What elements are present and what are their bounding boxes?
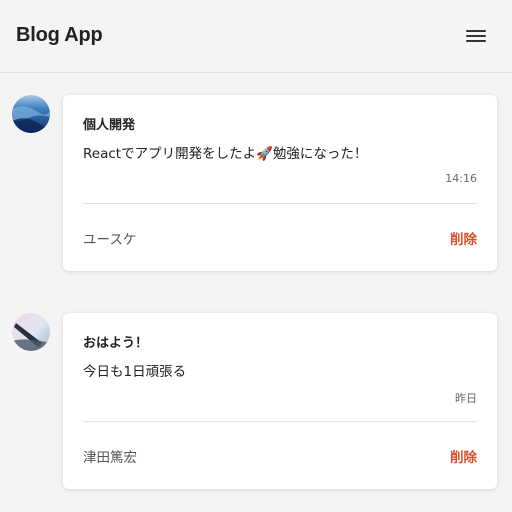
post-body: Reactでアプリ開発をしたよ🚀勉強になった！ xyxy=(83,146,368,162)
delete-button[interactable]: 削除 xyxy=(450,446,477,466)
post-author: 津田篤宏 xyxy=(83,450,137,466)
hamburger-menu-icon[interactable] xyxy=(460,26,492,48)
app-header: Blog App xyxy=(0,0,512,73)
divider xyxy=(83,203,477,204)
user-avatar[interactable] xyxy=(12,95,50,133)
app-title: Blog App xyxy=(16,24,103,46)
divider xyxy=(83,421,477,422)
user-avatar[interactable] xyxy=(12,313,50,351)
post-title: 個人開発 xyxy=(83,118,136,133)
post-author: ユースケ xyxy=(83,232,137,248)
post-body: 今日も1日頑張る xyxy=(83,364,187,380)
post-time: 昨日 xyxy=(455,392,477,405)
post-card[interactable]: おはよう！ 今日も1日頑張る 昨日 津田篤宏 削除 xyxy=(63,313,497,489)
post-card[interactable]: 個人開発 Reactでアプリ開発をしたよ🚀勉強になった！ 14:16 ユースケ … xyxy=(63,95,497,271)
post-title: おはよう！ xyxy=(83,336,149,351)
post-time: 14:16 xyxy=(445,172,477,185)
delete-button[interactable]: 削除 xyxy=(450,228,477,248)
